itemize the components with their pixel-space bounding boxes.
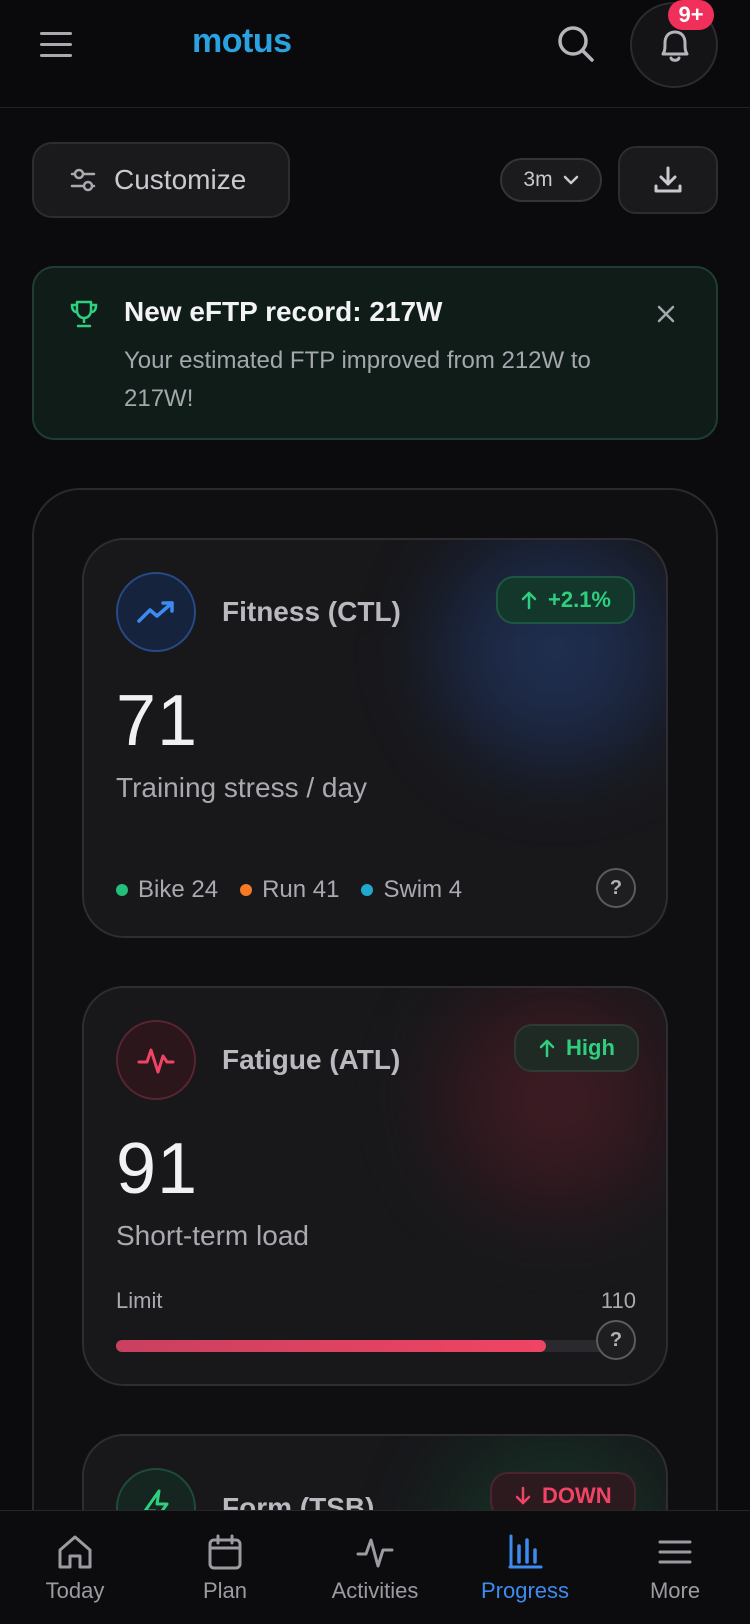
search-button[interactable] [556,24,600,68]
nav-item-more[interactable]: More [600,1511,750,1624]
close-icon [657,305,675,323]
heartbeat-icon [137,1048,175,1074]
fitness-icon-badge [116,572,196,652]
fatigue-card[interactable]: Fatigue (ATL) High 91 Short-term load Li… [82,986,668,1386]
banner-message: Your estimated FTP improved from 212W to… [124,347,591,412]
download-icon [654,166,682,193]
legend-item-swim: Swim 4 [361,876,462,904]
limit-label: Limit [116,1288,163,1313]
fatigue-help-button[interactable]: ? [596,1320,636,1360]
nav-item-progress[interactable]: Progress [450,1511,600,1624]
fatigue-value: 91 [116,1129,199,1209]
nav-item-today[interactable]: Today [0,1511,150,1624]
trending-up-icon [137,601,174,623]
arrow-up-icon [521,591,537,610]
banner-title: New eFTP record: 217W [124,296,443,327]
fatigue-subtitle: Short-term load [116,1220,309,1251]
menu-icon [658,1540,692,1563]
fatigue-status-value: High [566,1035,615,1060]
notification-badge: 9+ [668,0,714,30]
customize-label: Customize [114,164,247,195]
trophy-icon [70,300,98,328]
bell-icon [661,30,689,62]
time-range-value: 3m [523,168,553,191]
app-header: motus 9+ [0,0,750,108]
record-banner: New eFTP record: 217W Your estimated FTP… [32,266,718,440]
time-range-select[interactable]: 3m [500,158,602,202]
fitness-title: Fitness (CTL) [222,596,401,627]
form-status-value: DOWN [542,1483,612,1508]
customize-button[interactable]: Customize [32,142,290,218]
fatigue-load-bar [116,1340,636,1352]
legend-item-run: Run 41 [240,876,339,904]
fatigue-icon-badge [116,1020,196,1100]
nav-label-progress: Progress [480,1577,570,1603]
fitness-change-badge: +2.1% [496,576,635,624]
fitness-card[interactable]: Fitness (CTL) +2.1% 71 Training stress /… [82,538,668,938]
legend-item-bike: Bike 24 [116,876,218,904]
sliders-icon [70,168,96,192]
home-icon [58,1535,92,1568]
app-logo: motus [192,22,292,60]
fitness-value: 71 [116,681,199,761]
nav-item-activities[interactable]: Activities [300,1511,450,1624]
fitness-subtitle: Training stress / day [116,772,368,803]
fitness-change-value: +2.1% [548,587,611,612]
nav-label-more: More [649,1577,701,1603]
calendar-icon [208,1534,242,1569]
download-button[interactable] [618,146,718,214]
limit-value: 110 [600,1288,636,1313]
fitness-help-button[interactable]: ? [596,868,636,908]
arrow-down-icon [515,1486,531,1505]
activity-icon [356,1538,394,1567]
chevron-down-icon [563,175,578,185]
bar-chart-icon [508,1534,543,1568]
fatigue-title: Fatigue (ATL) [222,1044,401,1075]
sport-breakdown: Bike 24 Run 41 Swim 4 [116,876,462,904]
menu-button[interactable] [40,26,80,62]
fatigue-load-fill [116,1340,547,1352]
banner-close-button[interactable] [650,298,682,330]
search-icon [558,26,594,62]
fatigue-status-badge: High [514,1024,639,1072]
bottom-navigation: Today Plan Activities Progress More [0,1510,750,1624]
nav-label-activities: Activities [331,1577,419,1603]
arrow-up-icon [539,1039,555,1058]
limit-row: Limit 110 [116,1288,636,1314]
nav-label-today: Today [45,1577,105,1603]
nav-label-plan: Plan [202,1577,248,1603]
nav-item-plan[interactable]: Plan [150,1511,300,1624]
